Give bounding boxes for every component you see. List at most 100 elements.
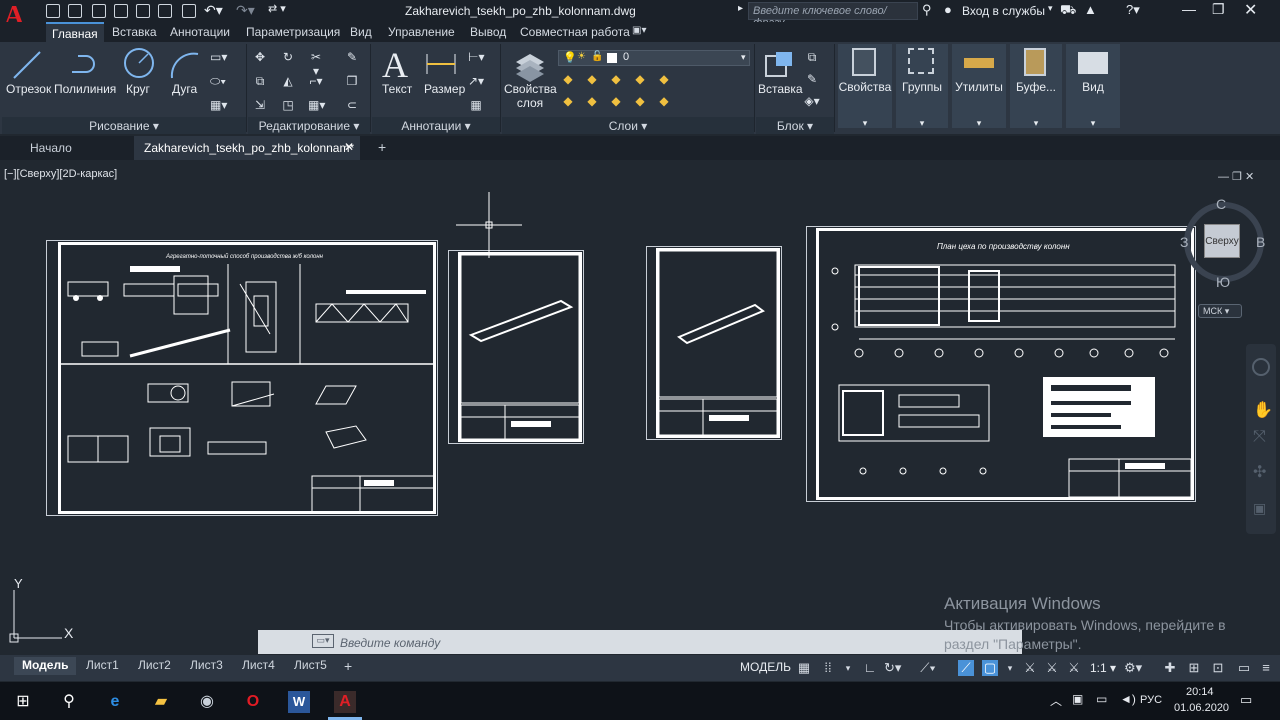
tab-view[interactable]: Вид [350, 25, 372, 39]
circle-tool-icon[interactable] [122, 46, 156, 80]
array-icon[interactable]: ▦▾ [308, 98, 325, 112]
properties-button[interactable]: Свойства ▾ [838, 44, 892, 128]
notifications-icon[interactable]: ▭ [1240, 692, 1252, 708]
trim-icon[interactable]: ✂▾ [308, 50, 324, 78]
clock-date[interactable]: 01.06.2020 [1174, 702, 1229, 714]
polar-icon[interactable]: ↻▾ [884, 660, 901, 676]
ellipse-icon[interactable]: ⬭▾ [210, 74, 226, 88]
plot-icon[interactable] [182, 4, 196, 18]
text-tool-icon[interactable]: A [382, 44, 408, 86]
linear-dim-icon[interactable]: ⊢▾ [468, 50, 484, 64]
word-icon[interactable]: W [288, 691, 310, 713]
chevron-down-icon[interactable]: ▾ [741, 52, 746, 63]
close-button[interactable]: ✕ [1244, 0, 1257, 20]
layer-tool-icon[interactable]: ◆ [560, 94, 576, 108]
open-file-icon[interactable] [68, 4, 82, 18]
add-icon[interactable]: ✚ [1162, 660, 1178, 676]
undo-icon[interactable]: ↶▾ [204, 2, 223, 19]
command-input[interactable]: Введите команду [340, 636, 440, 650]
new-tab-button[interactable]: + [368, 136, 396, 160]
layout-tab-sheet4[interactable]: Лист4 [234, 657, 283, 675]
help-icon[interactable]: ?▾ [1126, 2, 1140, 18]
tab-insert[interactable]: Вставка [112, 25, 157, 39]
layer-tool-icon[interactable]: ◆ [632, 72, 648, 86]
customize-status-icon[interactable]: ≡ [1258, 660, 1274, 676]
showmotion-icon[interactable]: ▣ [1253, 500, 1266, 517]
save-icon[interactable] [92, 4, 106, 18]
close-icon[interactable]: ✕ [344, 140, 354, 154]
layers-panel-title[interactable]: Слои ▾ [502, 117, 754, 134]
fillet-icon[interactable]: ⌐▾ [308, 74, 324, 88]
annotation-visibility-icon[interactable]: ⚔ [1022, 660, 1038, 676]
compass-west[interactable]: З [1180, 234, 1188, 250]
signin-button[interactable]: Вход в службы [962, 4, 1045, 18]
save-as-icon[interactable] [114, 4, 128, 18]
circle-tool-label[interactable]: Круг [126, 82, 150, 96]
share-icon[interactable]: ⇄ ▾ [268, 2, 286, 15]
ribbon-minimize-icon[interactable]: ▣▾ [632, 25, 646, 36]
volume-icon[interactable]: ◄) [1120, 692, 1136, 706]
table-icon[interactable]: ▦ [468, 98, 484, 112]
drawing-tab[interactable]: Zakharevich_tsekh_po_zhb_kolonnam* ✕ [134, 136, 360, 160]
polyline-tool-label[interactable]: Полилиния [54, 82, 116, 96]
tab-home[interactable]: Главная [46, 22, 104, 42]
layer-tool-icon[interactable]: ◆ [560, 72, 576, 86]
arc-tool-label[interactable]: Дуга [172, 82, 197, 96]
chevron-down-icon[interactable]: ▾ [1002, 660, 1018, 676]
layer-tool-icon[interactable]: ◆ [584, 94, 600, 108]
erase-icon[interactable]: ✎ [344, 50, 360, 64]
opera-icon[interactable]: O [242, 691, 264, 713]
insert-block-label[interactable]: Вставка [758, 82, 803, 96]
ucs-menu[interactable]: МСК ▾ [1198, 304, 1242, 318]
cart-icon[interactable]: ⛟ [1060, 2, 1076, 20]
rotate-icon[interactable]: ↻ [280, 50, 296, 64]
tab-manage[interactable]: Управление [388, 25, 455, 39]
web-save-icon[interactable] [158, 4, 172, 18]
search-icon[interactable]: ⚲ [922, 2, 932, 18]
groups-button[interactable]: Группы ▾ [896, 44, 948, 128]
layer-properties-label[interactable]: Свойства слоя [504, 82, 557, 110]
chevron-down-icon[interactable]: ▾ [896, 118, 948, 129]
grid-icon[interactable]: ▦ [796, 660, 812, 676]
snap-icon[interactable]: ⁞⁞ [820, 660, 836, 676]
recent-commands-icon[interactable]: ▭▾ [312, 634, 334, 648]
tab-parametric[interactable]: Параметризация [246, 25, 340, 39]
scale-icon[interactable]: ◳ [280, 98, 296, 112]
annotation-scale-icon[interactable]: ⚔ [1044, 660, 1060, 676]
hatch-icon[interactable]: ▦▾ [210, 98, 227, 112]
utilities-button[interactable]: Утилиты ▾ [952, 44, 1006, 128]
search-input[interactable]: Введите ключевое слово/фразу [748, 2, 918, 29]
clean-screen-icon[interactable]: ▭ [1236, 660, 1252, 676]
tray-app-icon[interactable]: ▣ [1072, 692, 1083, 706]
layer-dropdown[interactable]: 💡 ☀ 🔓 0 ▾ [558, 50, 750, 66]
units-icon[interactable]: ⊞ [1186, 660, 1202, 676]
layout-tab-sheet2[interactable]: Лист2 [130, 657, 179, 675]
viewcube-top-face[interactable]: Сверху [1204, 224, 1240, 258]
line-tool-icon[interactable] [10, 48, 44, 82]
viewport-window-controls[interactable]: — ❐ ✕ [1218, 170, 1254, 183]
orbit-icon[interactable]: ✣ [1253, 462, 1266, 482]
layout-tab-sheet3[interactable]: Лист3 [182, 657, 231, 675]
modify-panel-title[interactable]: Редактирование ▾ [248, 117, 370, 134]
web-open-icon[interactable] [136, 4, 150, 18]
copy-icon[interactable]: ⧉ [252, 74, 268, 88]
tab-collaborate[interactable]: Совместная работа [520, 25, 630, 39]
compass-north[interactable]: С [1216, 196, 1226, 212]
autocad-taskbar-icon[interactable]: A [334, 691, 356, 713]
chevron-down-icon[interactable]: ▾ [840, 660, 856, 676]
signin-dropdown-icon[interactable]: ▾ [1048, 3, 1053, 14]
viewport-controls[interactable]: [−][Сверху][2D-каркас] [4, 168, 117, 180]
add-layout-button[interactable]: + [336, 657, 360, 675]
mirror-icon[interactable]: ◭ [280, 74, 296, 88]
zoom-extents-icon[interactable]: ⤧ [1253, 428, 1266, 446]
layout-tab-model[interactable]: Модель [14, 657, 77, 675]
minimize-button[interactable]: — [1182, 1, 1196, 17]
block-attributes-icon[interactable]: ◈▾ [804, 94, 820, 108]
redo-icon[interactable]: ↷▾ [236, 2, 255, 19]
file-explorer-icon[interactable]: ▰ [150, 691, 172, 713]
windows-start-icon[interactable]: ⊞ [12, 691, 34, 713]
polyline-tool-icon[interactable] [68, 48, 102, 82]
expand-search-icon[interactable]: ▸ [738, 3, 743, 14]
arc-tool-icon[interactable] [168, 48, 202, 82]
steering-wheel-icon[interactable] [1252, 358, 1270, 376]
